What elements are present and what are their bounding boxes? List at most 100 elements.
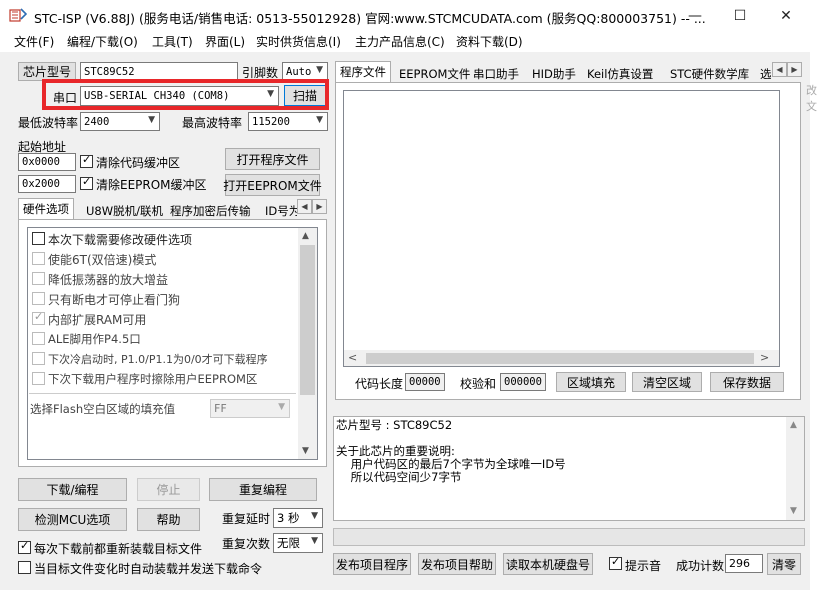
background-text: 文 — [806, 100, 817, 113]
clear-area-button[interactable]: 清空区域 — [632, 372, 702, 392]
chevron-down-icon: ▼ — [311, 536, 318, 546]
min-baud-value: 2400 — [84, 115, 110, 128]
menu-downloads[interactable]: 资料下载(D) — [456, 33, 523, 50]
hw-option-checkbox[interactable] — [32, 252, 45, 265]
scroll-up-icon[interactable]: ▲ — [302, 231, 309, 241]
tab-math-library[interactable]: STC硬件数学库 — [666, 64, 753, 84]
tab-eeprom-file[interactable]: EEPROM文件 — [395, 64, 474, 84]
chevron-down-icon: ▼ — [311, 511, 318, 521]
auto-send-label: 当目标文件变化时自动装载并发送下载命令 — [34, 562, 263, 576]
scroll-down-icon[interactable]: ▼ — [790, 506, 797, 516]
tab-keil-settings[interactable]: Keil仿真设置 — [583, 64, 657, 84]
clear-eeprom-checkbox[interactable] — [80, 175, 93, 190]
code-address-input[interactable]: 0x0000 — [18, 153, 76, 171]
tab-program-file[interactable]: 程序文件 — [335, 61, 391, 83]
hw-option-checkbox[interactable] — [32, 272, 45, 285]
success-count-label: 成功计数 — [676, 559, 725, 573]
hw-option-label: 降低振荡器的放大增益 — [48, 273, 169, 287]
download-program-button[interactable]: 下载/编程 — [18, 478, 127, 501]
min-baud-select[interactable]: 2400 ▼ — [80, 112, 160, 131]
close-button[interactable]: ✕ — [763, 0, 809, 31]
save-data-button[interactable]: 保存数据 — [710, 372, 784, 392]
hw-option-label: 使能6T(双倍速)模式 — [48, 253, 157, 267]
menu-supply-info[interactable]: 实时供货信息(I) — [256, 33, 341, 50]
scroll-left-icon[interactable]: < — [348, 351, 357, 364]
clear-code-label: 清除代码缓冲区 — [96, 156, 181, 170]
max-baud-select[interactable]: 115200 ▼ — [248, 112, 328, 131]
fill-value: FF — [214, 402, 227, 415]
hw-option-checkbox[interactable] — [32, 292, 45, 305]
checksum-value: 000000 — [500, 373, 546, 391]
scroll-up-icon[interactable]: ▲ — [790, 420, 797, 430]
hw-option-checkbox[interactable] — [32, 372, 45, 385]
repeat-program-button[interactable]: 重复编程 — [209, 478, 317, 501]
repeat-delay-value: 3 秒 — [277, 511, 300, 525]
code-length-label: 代码长度 — [355, 377, 404, 391]
sound-label: 提示音 — [625, 559, 662, 573]
hw-option-checkbox[interactable] — [32, 310, 45, 325]
hw-option-label: 只有断电才可停止看门狗 — [48, 293, 181, 307]
window-title: STC-ISP (V6.88J) (服务电话/销售电话: 0513-550129… — [34, 11, 706, 26]
tab-hardware-options[interactable]: 硬件选项 — [18, 198, 74, 220]
tab-serial-helper[interactable]: 串口助手 — [469, 64, 523, 84]
tab-hid-helper[interactable]: HID助手 — [528, 64, 580, 84]
menu-tools[interactable]: 工具(T) — [152, 33, 193, 50]
maximize-button[interactable]: ☐ — [717, 0, 763, 31]
open-program-file-button[interactable]: 打开程序文件 — [225, 148, 320, 170]
tab-id-number[interactable]: ID号为 — [261, 201, 297, 221]
menu-interface[interactable]: 界面(L) — [205, 33, 245, 50]
publish-help-button[interactable]: 发布项目帮助 — [418, 553, 496, 575]
progress-bar — [333, 528, 805, 546]
scroll-down-icon[interactable]: ▼ — [302, 446, 309, 456]
tab-scroll-left-icon[interactable]: ◀ — [297, 199, 312, 214]
menu-product-info[interactable]: 主力产品信息(C) — [355, 33, 445, 50]
help-button[interactable]: 帮助 — [137, 508, 200, 531]
hw-option-label: 下次冷启动时, P1.0/P1.1为0/0才可下载程序 — [48, 353, 268, 366]
stop-button[interactable]: 停止 — [137, 478, 200, 501]
app-icon — [9, 8, 27, 22]
hw-option-checkbox[interactable] — [32, 232, 45, 245]
sound-checkbox[interactable] — [609, 555, 622, 570]
read-disk-number-button[interactable]: 读取本机硬盘号 — [503, 553, 593, 575]
code-length-value: 00000 — [405, 373, 445, 391]
tab-scroll-right-icon[interactable]: ▶ — [312, 199, 327, 214]
hw-option-checkbox[interactable] — [32, 332, 45, 345]
repeat-delay-label: 重复延时 — [222, 512, 271, 526]
menu-program-download[interactable]: 编程/下载(O) — [67, 33, 138, 50]
divider — [29, 393, 296, 394]
open-eeprom-file-button[interactable]: 打开EEPROM文件 — [223, 174, 322, 196]
scroll-right-icon[interactable]: > — [760, 351, 769, 364]
code-hscrollbar-thumb[interactable] — [366, 353, 754, 364]
chip-type-value: STC89C52 — [84, 65, 135, 78]
fill-value-select[interactable]: FF ▼ — [210, 399, 290, 418]
checksum-label: 校验和 — [460, 377, 497, 391]
hw-option-checkbox[interactable] — [32, 352, 45, 365]
repeat-count-select[interactable]: 无限 ▼ — [273, 533, 323, 553]
chevron-down-icon: ▼ — [278, 402, 285, 412]
fill-area-button[interactable]: 区域填充 — [556, 372, 626, 392]
tab-scroll-right-icon[interactable]: ▶ — [787, 62, 802, 77]
hw-scrollbar-thumb[interactable] — [300, 245, 315, 395]
eeprom-address-input[interactable]: 0x2000 — [18, 175, 76, 193]
max-baud-label: 最高波特率 — [182, 116, 243, 130]
tab-u8w[interactable]: U8W脱机/联机 — [82, 201, 167, 221]
tab-encrypted-transfer[interactable]: 程序加密后传输 — [166, 201, 255, 221]
clear-code-checkbox[interactable] — [80, 153, 93, 168]
chip-info-text: 芯片型号 : STC89C52 关于此芯片的重要说明: 用户代码区的最后7个字节… — [336, 418, 566, 484]
reset-count-button[interactable]: 清零 — [767, 553, 801, 575]
code-buffer-view[interactable] — [343, 90, 780, 367]
repeat-count-label: 重复次数 — [222, 537, 271, 551]
minimize-button[interactable]: — — [672, 0, 718, 31]
menu-file[interactable]: 文件(F) — [14, 33, 54, 50]
tab-scroll-left-icon[interactable]: ◀ — [772, 62, 787, 77]
repeat-delay-select[interactable]: 3 秒 ▼ — [273, 508, 323, 528]
auto-send-checkbox[interactable] — [18, 561, 31, 574]
check-mcu-button[interactable]: 检测MCU选项 — [18, 508, 127, 531]
publish-program-button[interactable]: 发布项目程序 — [333, 553, 411, 575]
reload-checkbox[interactable] — [18, 539, 31, 554]
info-scrollbar[interactable] — [786, 417, 804, 520]
pin-count-value: Auto — [286, 65, 312, 78]
chevron-down-icon: ▼ — [148, 115, 155, 125]
success-count-value: 296 — [725, 554, 763, 573]
chevron-down-icon: ▼ — [316, 115, 323, 125]
